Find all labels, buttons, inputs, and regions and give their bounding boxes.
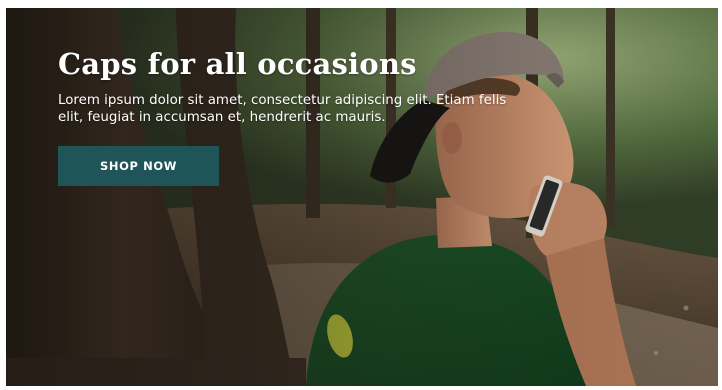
hero-banner: Caps for all occasions Lorem ipsum dolor… — [6, 8, 718, 386]
shop-now-button[interactable]: SHOP NOW — [58, 146, 219, 186]
hero-content: Caps for all occasions Lorem ipsum dolor… — [58, 46, 518, 186]
page-frame: Caps for all occasions Lorem ipsum dolor… — [0, 0, 722, 390]
hero-title: Caps for all occasions — [58, 47, 417, 81]
hero-description: Lorem ipsum dolor sit amet, consectetur … — [58, 93, 507, 125]
